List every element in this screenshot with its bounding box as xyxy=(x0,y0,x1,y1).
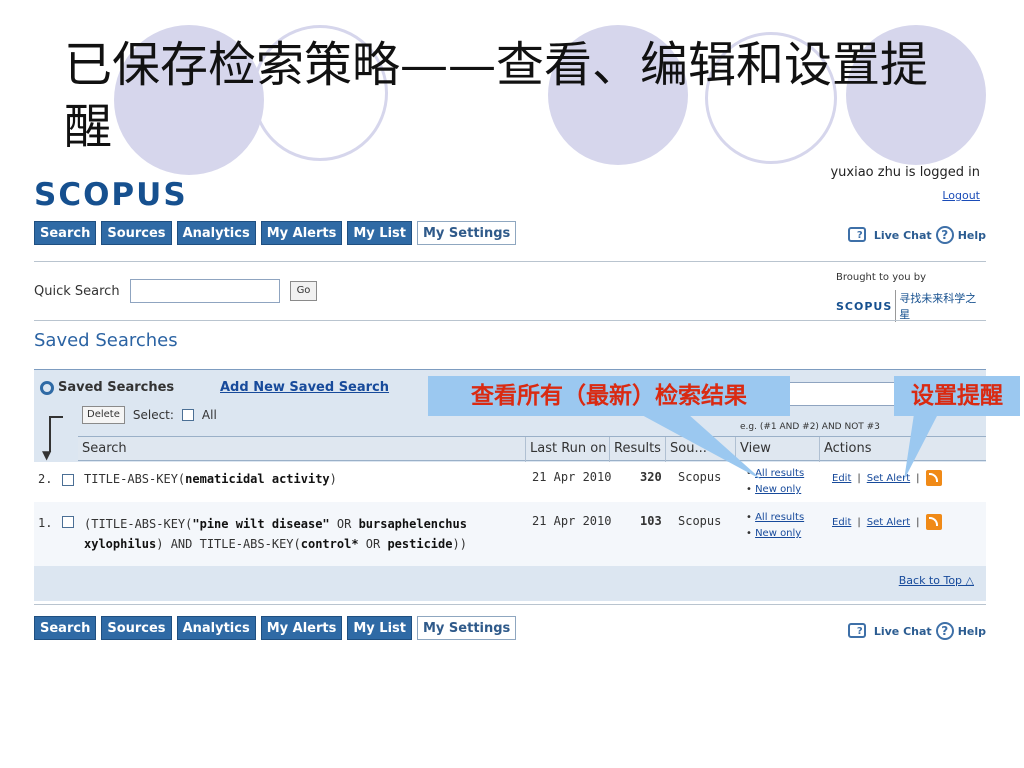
nav-settings-button[interactable]: My Settings xyxy=(416,221,517,245)
brought-to-you: Brought to you by SCOPUS 寻找未来科学之星 xyxy=(836,272,980,322)
edit-link[interactable]: Edit xyxy=(832,473,851,484)
nav-alerts-button[interactable]: My Alerts xyxy=(260,221,343,245)
row-actions: Edit | Set Alert | xyxy=(832,514,942,530)
search-query[interactable]: (TITLE-ABS-KEY("pine wilt disease" OR bu… xyxy=(84,514,467,554)
divider xyxy=(34,261,986,262)
help-link[interactable]: Help xyxy=(958,625,986,638)
quick-search-input[interactable] xyxy=(129,279,280,303)
row-number: 1. xyxy=(38,516,53,530)
view-results-callout: 查看所有（最新）检索结果 xyxy=(428,376,790,416)
help-link[interactable]: Help xyxy=(958,229,986,242)
logout-link[interactable]: Logout xyxy=(942,189,980,202)
view-callout-pointer xyxy=(640,414,762,480)
scopus-logo[interactable]: SCOPUS xyxy=(34,177,188,213)
quick-search-label: Quick Search xyxy=(34,283,120,299)
bottom-nav: Search Sources Analytics My Alerts My Li… xyxy=(34,616,517,640)
slogan: 寻找未来科学之星 xyxy=(895,290,980,322)
page-title: Saved Searches xyxy=(34,330,178,351)
panel-title: Saved Searches xyxy=(58,380,175,395)
nav-analytics-button[interactable]: Analytics xyxy=(176,616,256,640)
table-row: 1. (TITLE-ABS-KEY("pine wilt disease" OR… xyxy=(34,502,986,566)
help-icon[interactable]: ? xyxy=(935,226,954,244)
slide-title: 已保存检索策略——查看、编辑和设置提醒 xyxy=(64,37,929,155)
divider xyxy=(34,320,986,321)
edit-link[interactable]: Edit xyxy=(832,517,851,528)
nav-settings-button[interactable]: My Settings xyxy=(416,616,517,640)
brought-text: Brought to you by xyxy=(836,272,927,283)
nav-search-button[interactable]: Search xyxy=(34,221,97,245)
table-row: 2. TITLE-ABS-KEY(nematicidal activity) 2… xyxy=(34,462,986,502)
last-run-date: 21 Apr 2010 xyxy=(532,514,612,528)
row-number: 2. xyxy=(38,472,53,486)
nav-list-button[interactable]: My List xyxy=(347,616,412,640)
select-all-checkbox[interactable] xyxy=(181,409,194,421)
new-only-link[interactable]: New only xyxy=(755,484,801,495)
down-arrow-icon: ▼ xyxy=(42,448,52,462)
select-row: Delete Select: All xyxy=(82,406,217,424)
results-count: 103 xyxy=(640,514,662,528)
nav-analytics-button[interactable]: Analytics xyxy=(176,221,256,245)
partner-logo: SCOPUS 寻找未来科学之星 xyxy=(836,290,980,322)
nav-alerts-button[interactable]: My Alerts xyxy=(260,616,343,640)
header-search[interactable]: Search xyxy=(78,437,526,462)
source-name: Scopus xyxy=(678,514,722,528)
nav-sources-button[interactable]: Sources xyxy=(101,221,172,245)
live-chat-icon[interactable] xyxy=(847,623,870,639)
live-chat-link[interactable]: Live Chat xyxy=(874,229,932,242)
panel-header: Saved Searches xyxy=(40,380,174,395)
mini-scopus-logo: SCOPUS xyxy=(836,299,893,313)
table-header: Search Last Run on Results Sou... View A… xyxy=(78,436,986,462)
nav-search-button[interactable]: Search xyxy=(34,616,97,640)
select-bracket xyxy=(49,416,63,452)
all-results-link[interactable]: All results xyxy=(755,512,804,523)
row-checkbox[interactable] xyxy=(62,516,74,528)
select-all-label: All xyxy=(201,408,217,422)
set-alert-link[interactable]: Set Alert xyxy=(867,517,910,528)
saved-search-icon xyxy=(40,380,54,395)
select-label: Select: xyxy=(132,408,174,422)
nav-list-button[interactable]: My List xyxy=(347,221,412,245)
help-icon[interactable]: ? xyxy=(935,622,954,640)
set-alert-callout: 设置提醒 xyxy=(894,376,1020,416)
alert-callout-pointer xyxy=(904,414,938,480)
live-chat-link[interactable]: Live Chat xyxy=(874,625,932,638)
go-button[interactable]: Go xyxy=(289,281,318,301)
add-saved-search-link[interactable]: Add New Saved Search xyxy=(220,380,389,395)
rss-icon[interactable] xyxy=(925,514,942,530)
quick-search: Quick Search Go xyxy=(34,279,318,303)
new-only-link[interactable]: New only xyxy=(755,528,801,539)
header-last-run[interactable]: Last Run on xyxy=(526,437,610,462)
nav-sources-button[interactable]: Sources xyxy=(101,616,172,640)
live-chat-icon[interactable] xyxy=(847,227,870,243)
last-run-date: 21 Apr 2010 xyxy=(532,470,612,484)
help-bar: Live Chat ? Help xyxy=(847,226,986,244)
search-query[interactable]: TITLE-ABS-KEY(nematicidal activity) xyxy=(84,472,337,486)
top-nav: Search Sources Analytics My Alerts My Li… xyxy=(34,221,517,245)
back-to-top-link[interactable]: Back to Top △ xyxy=(899,574,974,587)
row-checkbox[interactable] xyxy=(62,474,74,486)
view-links: • All results • New only xyxy=(746,512,805,539)
delete-button[interactable]: Delete xyxy=(82,406,125,424)
divider xyxy=(34,604,986,605)
logged-in-text: yuxiao zhu is logged in xyxy=(830,165,980,180)
help-bar: Live Chat ? Help xyxy=(847,622,986,640)
